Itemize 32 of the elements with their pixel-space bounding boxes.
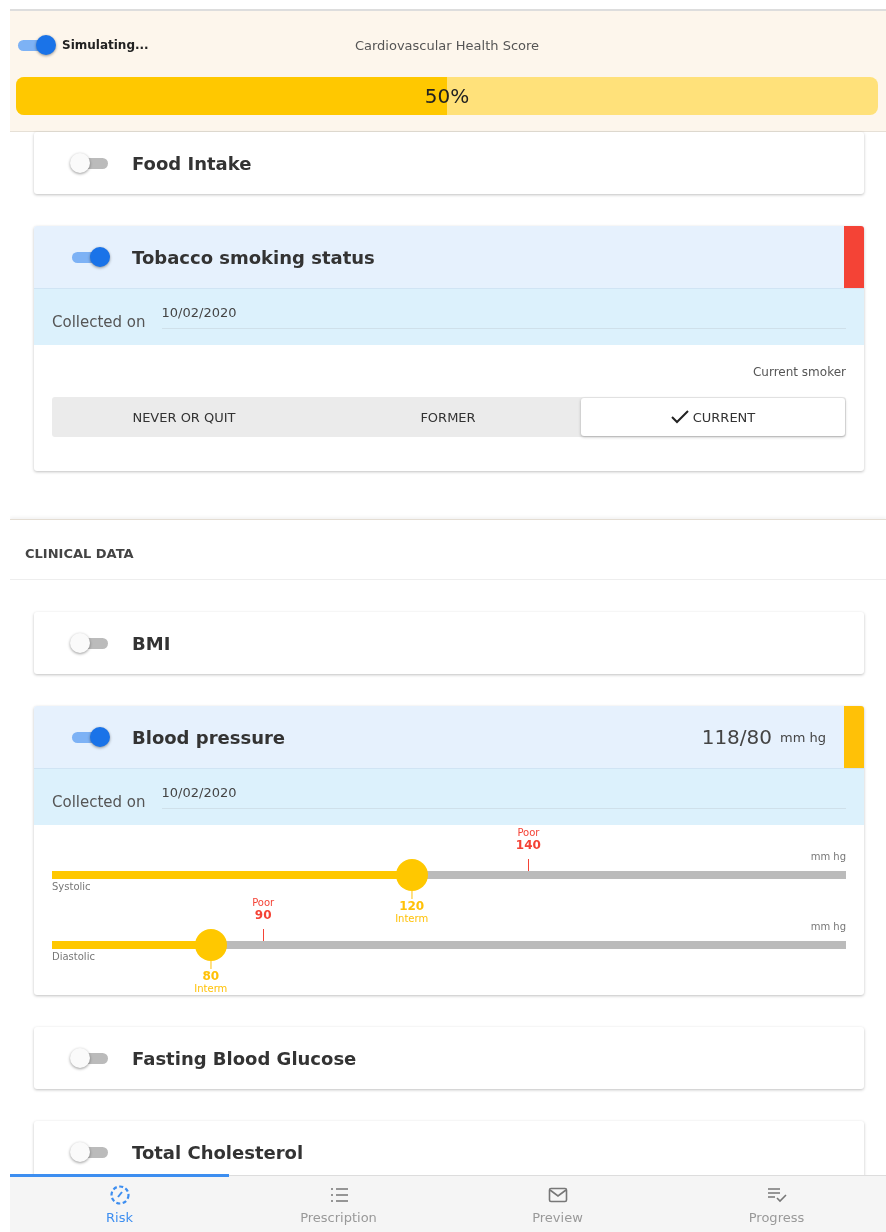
card-title: Fasting Blood Glucose	[132, 1047, 358, 1069]
threshold-value: 90	[254, 908, 272, 922]
status-label: Interm	[194, 983, 228, 994]
status-label: Interm	[395, 913, 429, 924]
date-field[interactable]: 10/02/2020	[161, 305, 846, 329]
threshold-label: Poor	[517, 827, 540, 838]
slider-label: Diastolic	[52, 951, 95, 962]
card-title: Total Cholesterol	[132, 1141, 305, 1163]
card-title: BMI	[132, 632, 172, 654]
card-title: Food Intake	[132, 152, 253, 174]
threshold-label: Poor	[252, 897, 275, 908]
score-title: Cardiovascular Health Score	[354, 37, 540, 53]
unit-label: mm hg	[810, 851, 846, 862]
simulating-label: Simulating...	[62, 38, 149, 52]
card-title: Tobacco smoking status	[132, 246, 376, 268]
score-percent: 50%	[424, 84, 470, 108]
date-field[interactable]: 10/02/2020	[161, 785, 846, 809]
threshold-value: 140	[515, 838, 541, 852]
option-button[interactable]: NEVER OR QUIT	[52, 397, 316, 437]
result-text: Current smoker	[753, 365, 846, 379]
collected-label: Collected on	[52, 793, 146, 811]
slider-value: 80	[202, 969, 220, 983]
collected-label: Collected on	[52, 313, 146, 331]
slider-label: Systolic	[52, 881, 91, 892]
card-title: Blood pressure	[132, 726, 287, 748]
option-button[interactable]: FORMER	[316, 397, 580, 437]
option-button[interactable]: CURRENT	[581, 398, 845, 436]
section-title: CLINICAL DATA	[25, 546, 134, 561]
unit-label: mm hg	[780, 729, 826, 745]
unit-label: mm hg	[810, 921, 846, 932]
reading-value: 118/80	[701, 725, 773, 749]
slider-value: 120	[399, 899, 425, 913]
